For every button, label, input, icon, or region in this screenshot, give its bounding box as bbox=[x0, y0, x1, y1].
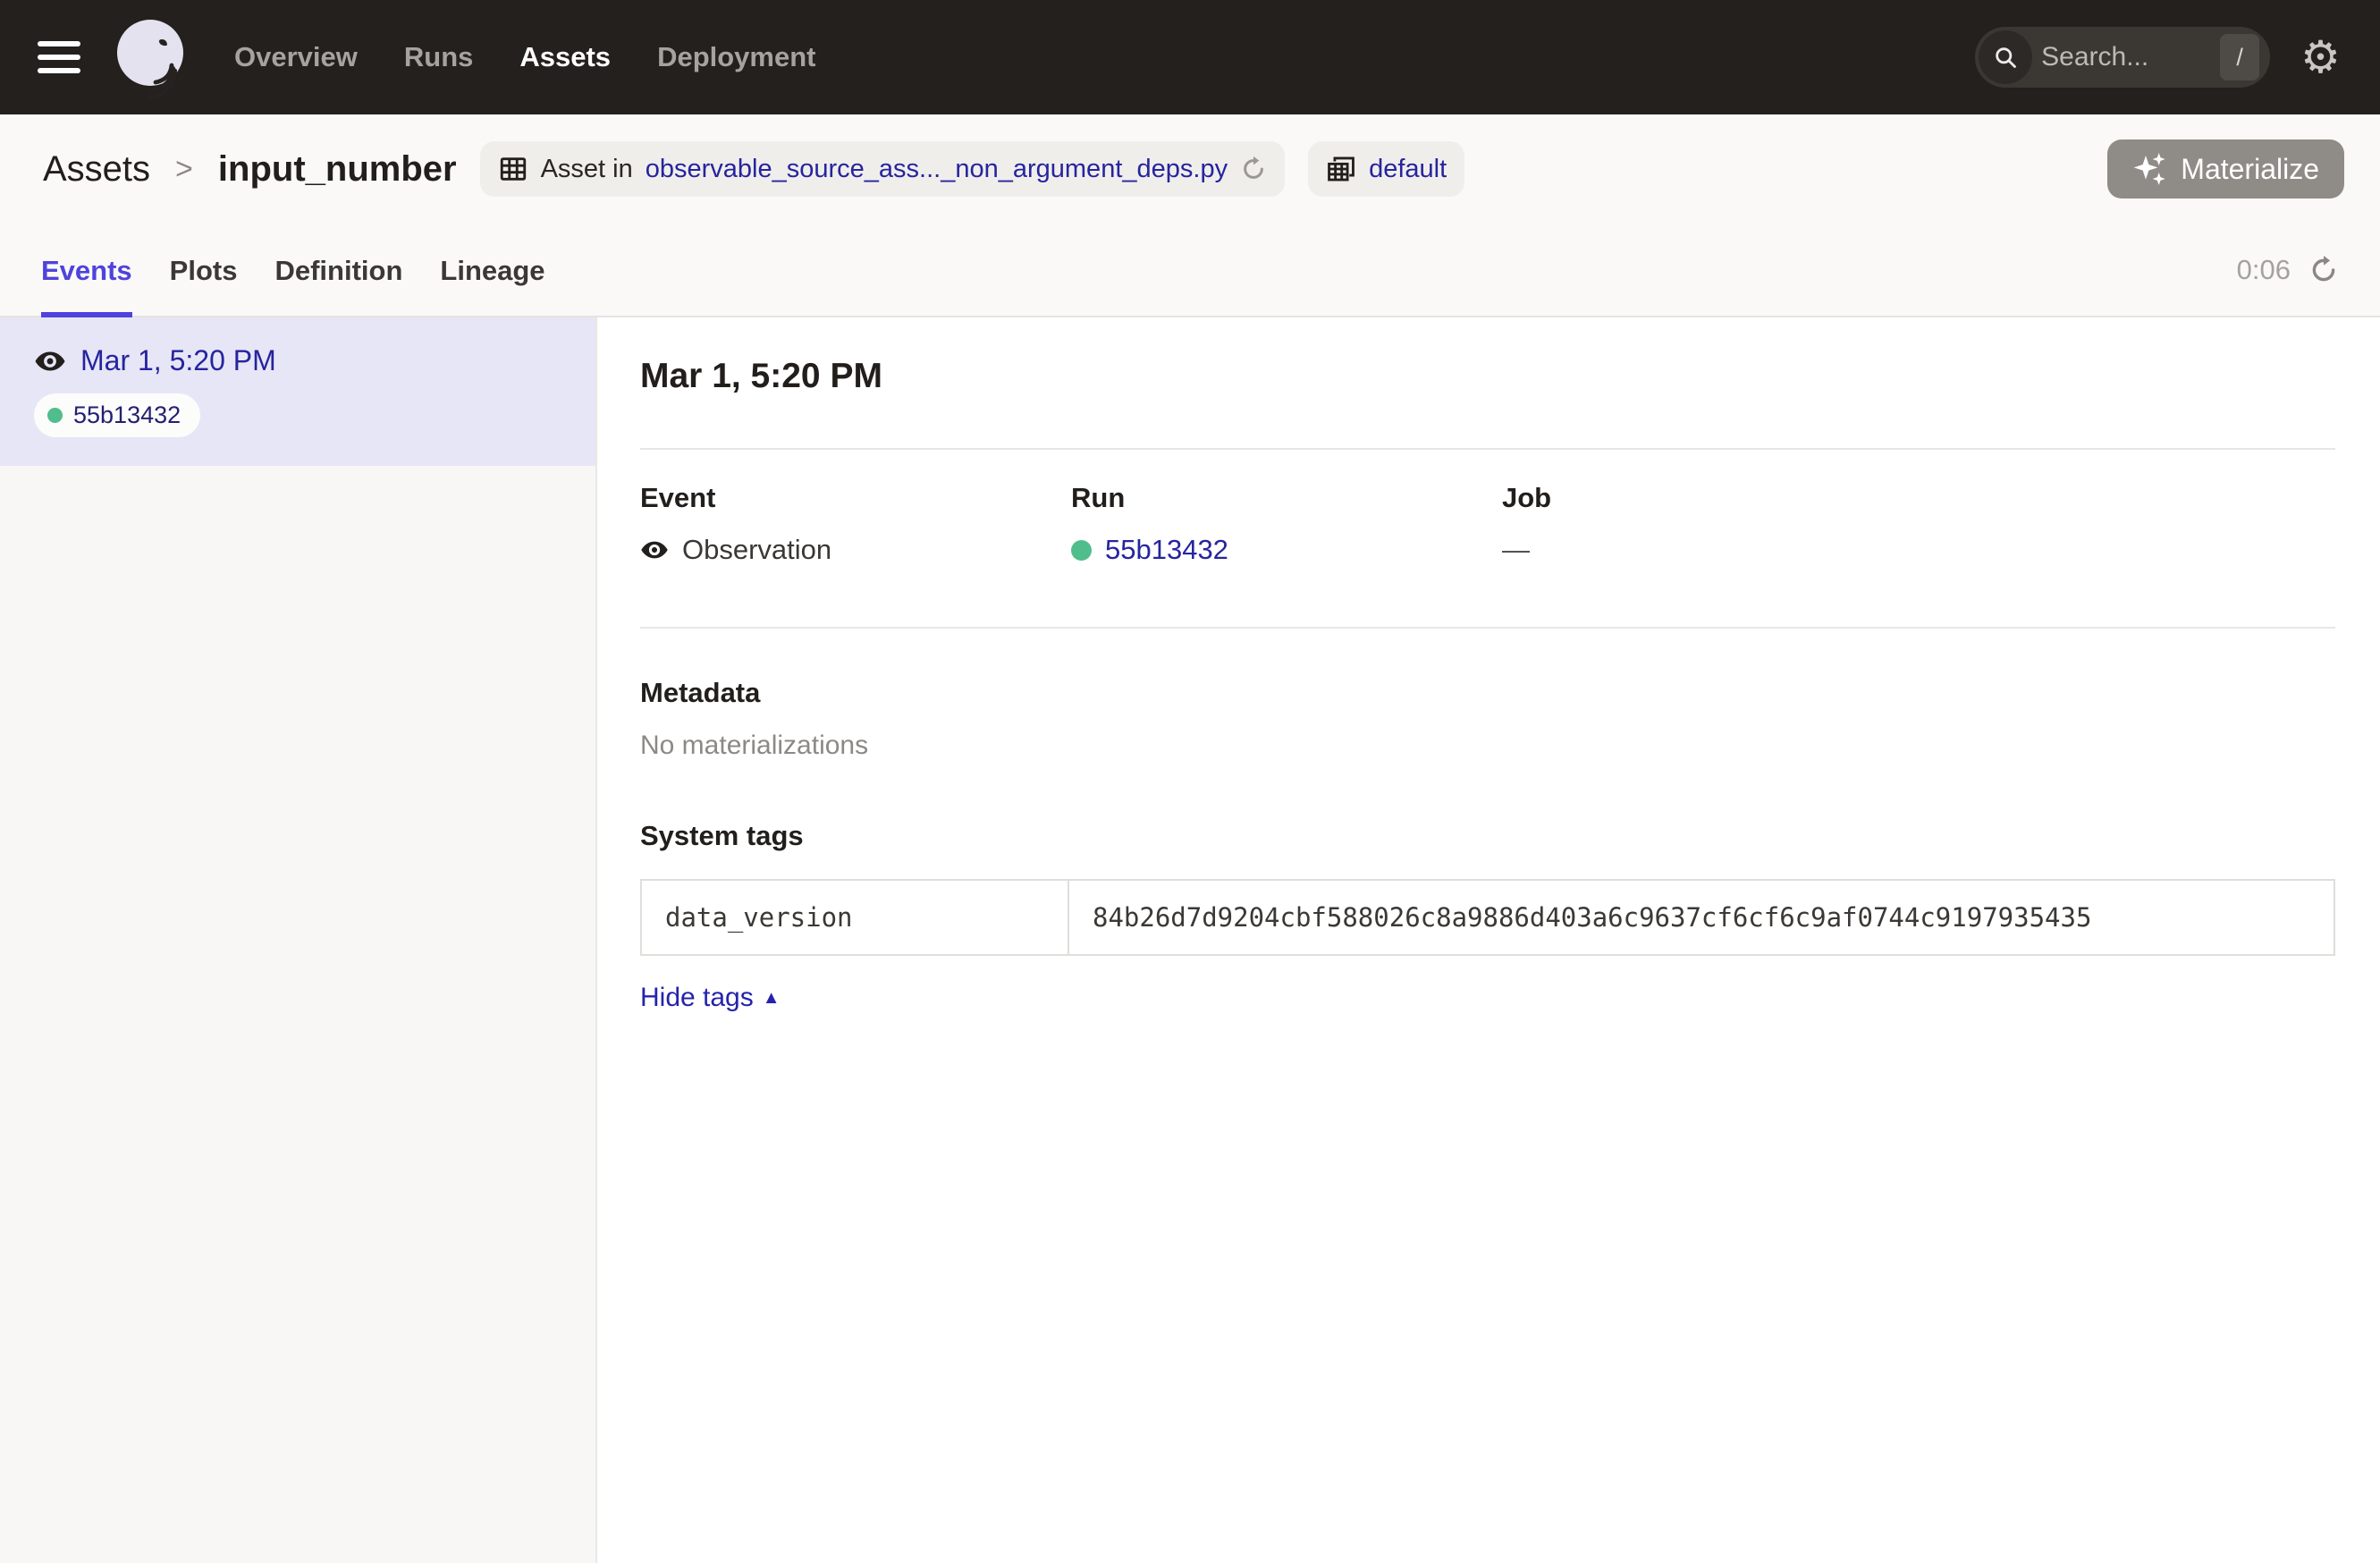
asset-name-title: input_number bbox=[218, 149, 457, 190]
search-shortcut-badge: / bbox=[2220, 34, 2259, 80]
nav-item-assets[interactable]: Assets bbox=[519, 41, 611, 73]
event-list-sidebar: Mar 1, 5:20 PM 55b13432 bbox=[0, 317, 597, 1563]
job-column-label: Job bbox=[1502, 482, 1933, 514]
observation-eye-icon bbox=[640, 536, 669, 564]
tab-lineage[interactable]: Lineage bbox=[440, 224, 544, 317]
asset-file-link[interactable]: observable_source_ass..._non_argument_de… bbox=[646, 155, 1228, 184]
settings-gear-icon[interactable]: ⚙ bbox=[2300, 35, 2341, 80]
sparkle-icon bbox=[2132, 151, 2168, 187]
observation-eye-icon bbox=[34, 345, 66, 377]
materialize-button[interactable]: Materialize bbox=[2107, 139, 2344, 199]
breadcrumb-assets-link[interactable]: Assets bbox=[43, 149, 150, 190]
event-timestamp: Mar 1, 5:20 PM bbox=[80, 344, 276, 377]
event-type-value: Observation bbox=[682, 534, 831, 566]
system-tags-table: data_version 84b26d7d9204cbf588026c8a988… bbox=[640, 879, 2335, 956]
tab-definition[interactable]: Definition bbox=[274, 224, 402, 317]
repo-badge: default bbox=[1308, 141, 1464, 197]
main-nav: Overview Runs Assets Deployment bbox=[234, 41, 815, 73]
tab-plots[interactable]: Plots bbox=[170, 224, 238, 317]
event-list-item[interactable]: Mar 1, 5:20 PM 55b13432 bbox=[0, 317, 595, 466]
metadata-heading: Metadata bbox=[640, 677, 2335, 709]
refresh-icon[interactable] bbox=[2308, 255, 2339, 285]
top-navbar: Overview Runs Assets Deployment / ⚙ bbox=[0, 0, 2380, 114]
run-status-dot bbox=[1071, 540, 1092, 561]
run-status-dot bbox=[47, 408, 63, 423]
event-detail-panel: Mar 1, 5:20 PM Event Observation Run bbox=[597, 317, 2380, 1563]
search-icon bbox=[1979, 30, 2032, 84]
materialize-label: Materialize bbox=[2181, 153, 2319, 186]
caret-up-icon: ▲ bbox=[763, 988, 781, 1009]
breadcrumb: Assets > input_number Asset in observabl… bbox=[0, 114, 2380, 224]
search-input[interactable] bbox=[2032, 42, 2220, 72]
run-id-label: 55b13432 bbox=[73, 401, 181, 429]
repo-default-link[interactable]: default bbox=[1369, 155, 1447, 184]
hamburger-menu-icon[interactable] bbox=[38, 41, 80, 73]
table-row: data_version 84b26d7d9204cbf588026c8a988… bbox=[641, 880, 2334, 955]
run-column-label: Run bbox=[1071, 482, 1502, 514]
tag-key-cell: data_version bbox=[641, 880, 1068, 955]
hide-tags-button[interactable]: Hide tags ▲ bbox=[640, 983, 781, 1013]
run-id-badge[interactable]: 55b13432 bbox=[34, 393, 200, 437]
tab-events[interactable]: Events bbox=[41, 224, 132, 317]
event-column-label: Event bbox=[640, 482, 1071, 514]
metadata-empty-text: No materializations bbox=[640, 731, 2335, 761]
search-box[interactable]: / bbox=[1975, 27, 2270, 88]
table-icon bbox=[498, 154, 528, 184]
asset-header: Assets > input_number Asset in observabl… bbox=[0, 114, 2380, 317]
run-link[interactable]: 55b13432 bbox=[1105, 534, 1228, 566]
system-tags-heading: System tags bbox=[640, 820, 2335, 852]
tag-value-cell: 84b26d7d9204cbf588026c8a9886d403a6c9637c… bbox=[1068, 880, 2334, 955]
dagster-logo-icon[interactable] bbox=[111, 17, 193, 103]
nav-item-runs[interactable]: Runs bbox=[404, 41, 474, 73]
refresh-countdown: 0:06 bbox=[2237, 254, 2291, 286]
asset-definition-badge: Asset in observable_source_ass..._non_ar… bbox=[480, 141, 1286, 197]
asset-in-label: Asset in bbox=[541, 155, 633, 184]
nav-item-overview[interactable]: Overview bbox=[234, 41, 358, 73]
reload-definition-icon[interactable] bbox=[1240, 156, 1267, 182]
divider bbox=[640, 627, 2335, 629]
hide-tags-label: Hide tags bbox=[640, 983, 754, 1013]
job-empty-value: — bbox=[1502, 534, 1530, 566]
divider bbox=[640, 448, 2335, 450]
repo-icon bbox=[1326, 154, 1356, 184]
nav-item-deployment[interactable]: Deployment bbox=[657, 41, 815, 73]
event-detail-title: Mar 1, 5:20 PM bbox=[640, 357, 2335, 396]
breadcrumb-separator: > bbox=[175, 152, 193, 187]
asset-tabs: Events Plots Definition Lineage 0:06 bbox=[0, 224, 2380, 317]
